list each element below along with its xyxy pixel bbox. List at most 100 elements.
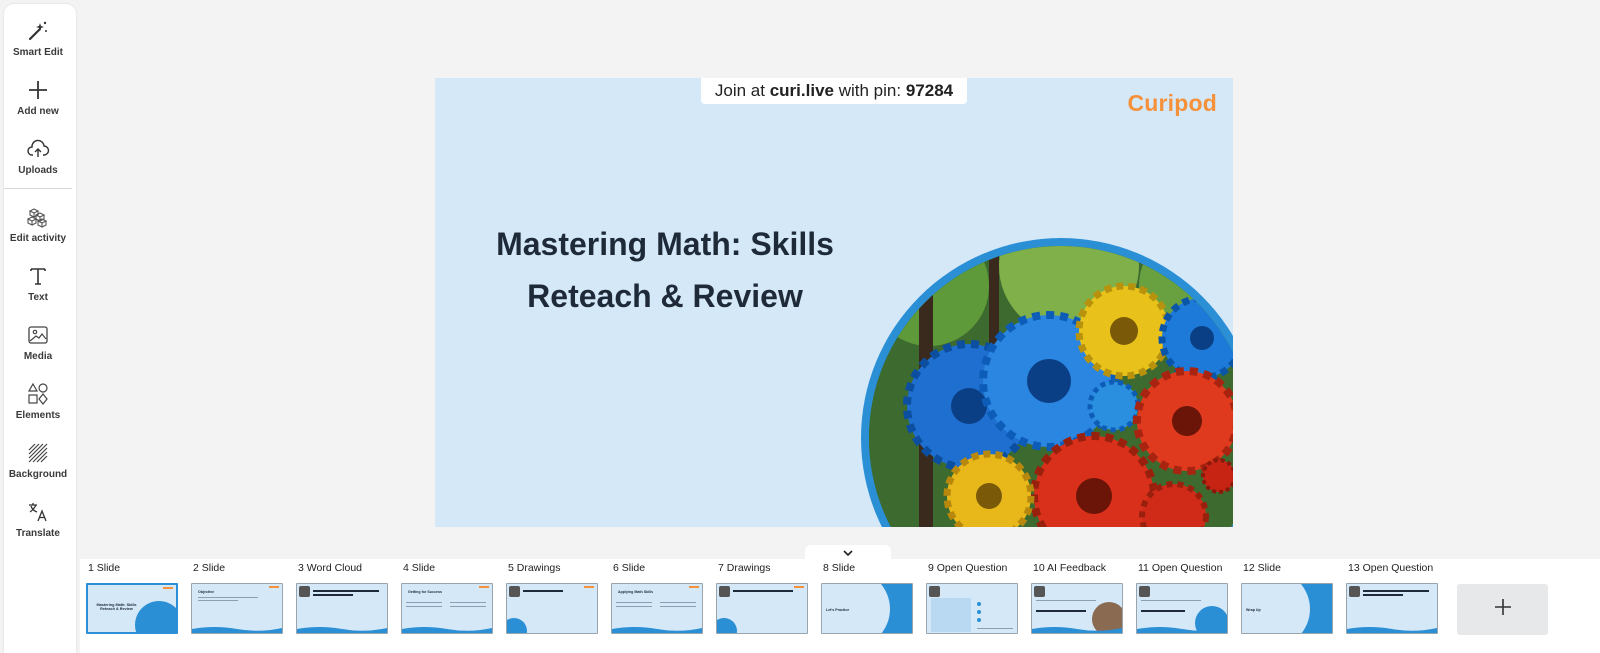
thumb-wave [1347,627,1437,633]
slide-thumb-preview[interactable] [296,583,388,634]
media-label: Media [23,351,53,362]
slide-thumb-preview[interactable] [1346,583,1438,634]
pencil-activity-icon [719,586,730,597]
smart-edit-button[interactable]: Smart Edit [4,18,72,58]
join-pin: 97284 [905,81,954,100]
thumb-logo [269,586,279,588]
slide-thumb-label: 10 AI Feedback [1033,562,1106,574]
thumb-text-line [523,590,563,592]
thumb-text-line [1141,610,1185,612]
slide-thumb-preview[interactable]: Getting for Success [401,583,493,634]
slide-thumb-preview[interactable]: Let's Practice [821,583,913,634]
add-slide-button[interactable] [1457,584,1548,635]
thumb-logo [163,587,173,589]
slide-thumb-13[interactable]: 13 Open Question [1346,559,1440,634]
hero-image-frame[interactable] [861,238,1233,527]
slide-thumb-preview[interactable]: Wrap Up [1241,583,1333,634]
slide-thumb-preview[interactable] [1136,583,1228,634]
slide-thumb-preview[interactable]: Applying Math Skills [611,583,703,634]
add-new-button[interactable]: Add new [4,77,72,117]
slide-thumb-label: 6 Slide [613,562,646,574]
elements-label: Elements [15,410,61,421]
thumb-title: Let's Practice [826,608,850,612]
slide-thumb-6[interactable]: 6 Slide Applying Math Skills [611,559,705,634]
toolbar-divider [4,188,72,189]
thumb-text-line [313,594,353,596]
collapse-filmstrip-button[interactable] [805,545,891,559]
thumb-text-line [450,602,486,603]
thumb-wave [297,627,387,633]
thumb-text-line [616,606,652,607]
media-button[interactable]: Media [4,322,72,362]
slide-thumb-label: 2 Slide [193,562,226,574]
slide-thumb-preview[interactable] [716,583,808,634]
slide-thumb-label: 12 Slide [1243,562,1281,574]
elements-button[interactable]: Elements [4,381,72,421]
thumb-text-line [977,628,1013,629]
slide-thumb-11[interactable]: 11 Open Question [1136,559,1230,634]
join-site: curi.live [769,81,834,100]
slide-thumb-label: 13 Open Question [1348,562,1434,574]
thumb-dot [977,618,981,622]
slide-thumb-preview[interactable] [1031,583,1123,634]
thumb-text-line [616,602,652,603]
slide-thumb-9[interactable]: 9 Open Question [926,559,1020,634]
slide-thumb-preview[interactable]: Mastering Math: Skills Reteach & Review [86,583,178,634]
thumb-text-line [406,606,442,607]
hatch-icon [25,440,51,466]
slide-thumb-7[interactable]: 7 Drawings [716,559,810,634]
slide-filmstrip: 1 Slide Mastering Math: Skills Reteach &… [80,559,1600,653]
blocks-icon [25,204,51,230]
question-activity-icon [1139,586,1150,597]
slide-thumb-preview[interactable]: Objective [191,583,283,634]
cloud-activity-icon [299,586,310,597]
gears-image [869,246,1233,527]
text-label: Text [28,292,48,303]
cloud-upload-icon [25,136,51,162]
thumb-wave [192,627,282,633]
thumb-text-line [660,606,696,607]
slide-thumb-4[interactable]: 4 Slide Getting for Success [401,559,495,634]
slide-canvas[interactable]: Join at curi.live with pin: 97284 Curipo… [435,78,1233,527]
slide-thumb-label: 9 Open Question [928,562,1008,574]
text-button[interactable]: Text [4,263,72,303]
edit-activity-button[interactable]: Edit activity [4,204,72,244]
image-icon [25,322,51,348]
thumb-wave [1137,627,1227,633]
slide-thumb-2[interactable]: 2 Slide Objective [191,559,285,634]
uploads-button[interactable]: Uploads [4,136,72,176]
slide-title[interactable]: Mastering Math: Skills Reteach & Review [475,218,855,322]
smart-edit-label: Smart Edit [12,47,63,58]
slide-thumb-preview[interactable] [506,583,598,634]
thumb-shape [717,618,737,633]
thumb-shape [507,618,527,633]
join-banner: Join at curi.live with pin: 97284 [701,78,967,104]
thumb-text-line [1363,590,1429,592]
plus-icon [25,77,51,103]
slide-thumb-12[interactable]: 12 Slide Wrap Up [1241,559,1335,634]
thumb-title: Objective [198,590,215,594]
question-activity-icon [1349,586,1360,597]
slide-thumb-label: 1 Slide [88,562,121,574]
translate-button[interactable]: Translate [4,499,72,539]
curipod-logo: Curipod [1127,90,1217,116]
thumb-text-line [733,590,793,592]
slide-thumb-3[interactable]: 3 Word Cloud [296,559,390,634]
thumb-title: Getting for Success [408,590,442,594]
slide-thumb-10[interactable]: 10 AI Feedback [1031,559,1125,634]
plus-icon [1493,597,1513,622]
slide-thumb-5[interactable]: 5 Drawings [506,559,600,634]
uploads-label: Uploads [18,165,58,176]
thumb-logo [479,586,489,588]
slide-thumb-8[interactable]: 8 Slide Let's Practice [821,559,915,634]
slide-thumb-preview[interactable] [926,583,1018,634]
background-button[interactable]: Background [4,440,72,480]
slide-thumb-label: 11 Open Question [1138,562,1223,574]
ai-feedback-icon [1034,586,1045,597]
thumb-title: Applying Math Skills [618,590,654,594]
thumb-logo [689,586,699,588]
thumb-logo [794,586,804,588]
thumb-text-line [1141,600,1201,601]
slide-thumb-1[interactable]: 1 Slide Mastering Math: Skills Reteach &… [86,559,180,634]
background-label: Background [8,469,68,480]
